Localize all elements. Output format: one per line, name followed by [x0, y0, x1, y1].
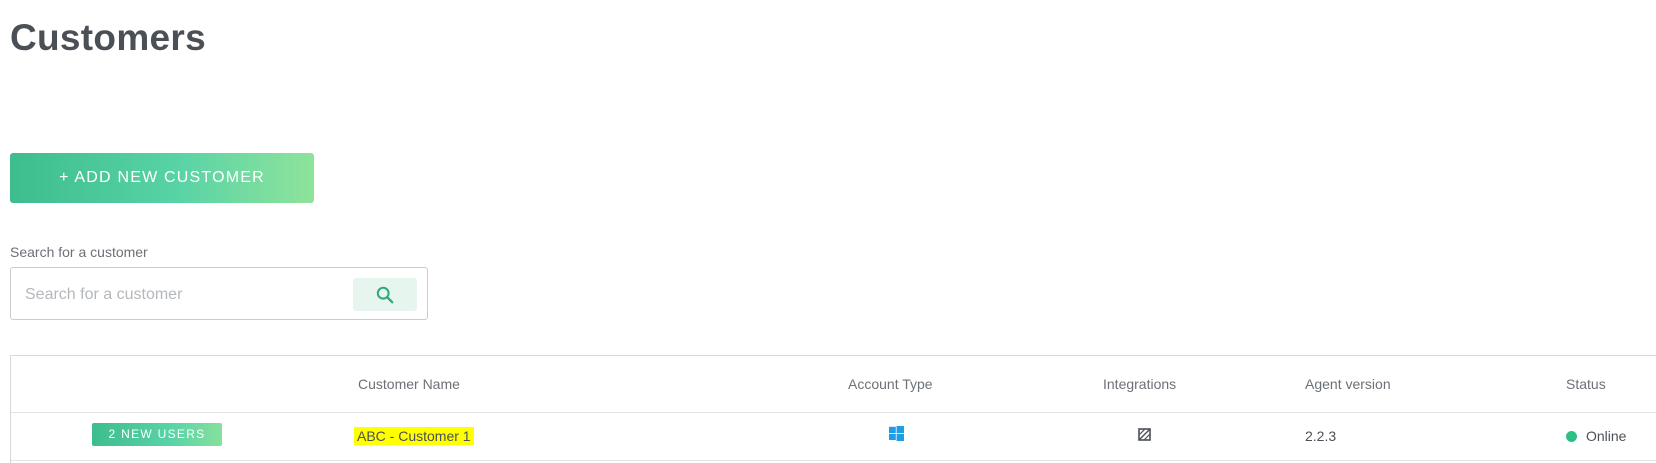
customers-page: Customers + ADD NEW CUSTOMER Search for …: [0, 0, 1656, 463]
search-label: Search for a customer: [10, 244, 148, 260]
search-icon: [376, 286, 394, 303]
column-header-customer-name[interactable]: Customer Name: [358, 376, 460, 392]
column-header-account-type[interactable]: Account Type: [848, 376, 933, 392]
search-input[interactable]: [23, 268, 357, 321]
table-header: Customer Name Account Type Integrations …: [11, 356, 1656, 413]
search-button[interactable]: [353, 278, 417, 311]
page-title: Customers: [10, 17, 206, 58]
status-online-icon: [1566, 431, 1577, 442]
new-users-badge: 2 NEW USERS: [92, 423, 222, 446]
customers-table: Customer Name Account Type Integrations …: [10, 355, 1656, 463]
column-header-agent-version[interactable]: Agent version: [1305, 376, 1391, 392]
agent-version-cell: 2.2.3: [1305, 428, 1337, 444]
column-header-status[interactable]: Status: [1566, 376, 1606, 392]
search-box: [10, 267, 428, 321]
column-header-integrations[interactable]: Integrations: [1103, 376, 1176, 392]
customer-name-link[interactable]: ABC - Customer 1: [354, 427, 474, 445]
windows-icon: [889, 426, 904, 446]
status-cell: Online: [1586, 428, 1627, 444]
table-row[interactable]: 2 NEW USERS ABC - Customer 1 2.2.3 Onlin…: [11, 412, 1656, 461]
add-new-customer-button[interactable]: + ADD NEW CUSTOMER: [10, 153, 314, 203]
customer-name-cell[interactable]: ABC - Customer 1: [354, 427, 474, 445]
no-integration-icon: [1138, 428, 1151, 446]
